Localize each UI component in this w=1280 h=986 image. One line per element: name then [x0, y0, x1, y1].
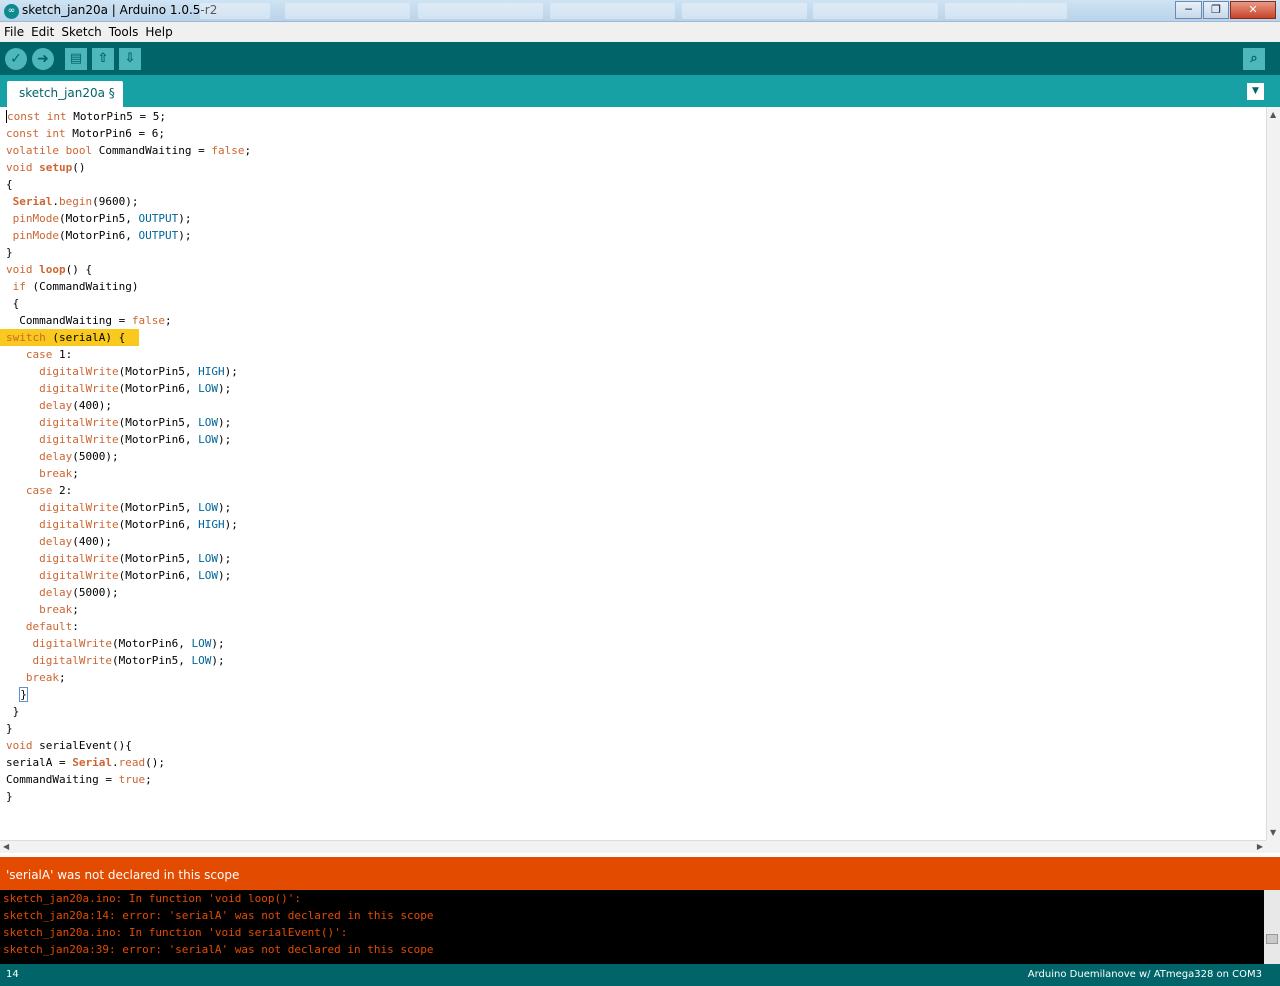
code-editor[interactable]: const int MotorPin5 = 5; const int MotorP… [0, 107, 1266, 840]
menu-sketch[interactable]: Sketch [57, 22, 104, 39]
code-line: delay(5000); [39, 450, 119, 463]
code-line: switch (serialA) { [0, 329, 139, 346]
code-line: } [6, 246, 13, 259]
code-line: delay(400); [39, 535, 112, 548]
code-line: { [6, 178, 13, 191]
console-output[interactable]: sketch_jan20a.ino: In function 'void loo… [0, 890, 1264, 964]
code-line: void serialEvent(){ [6, 739, 132, 752]
console-line: sketch_jan20a:39: error: 'serialA' was n… [3, 943, 434, 956]
console-scroll-thumb[interactable] [1266, 934, 1278, 944]
code-line: digitalWrite(MotorPin6, LOW); [39, 433, 232, 446]
code-line: { [6, 297, 20, 310]
code-line: digitalWrite(MotorPin5, LOW); [32, 654, 225, 667]
background-taskbar-tab [682, 3, 807, 19]
footer-status-bar: 14 Arduino Duemilanove w/ ATmega328 on C… [0, 964, 1280, 986]
code-line: delay(400); [39, 399, 112, 412]
menu-file[interactable]: File [0, 22, 27, 39]
save-sketch-button[interactable]: ⇩ [119, 48, 141, 70]
arduino-logo-icon: ∞ [4, 4, 19, 19]
scrollbar-corner [1266, 840, 1280, 853]
console-line: sketch_jan20a.ino: In function 'void ser… [3, 926, 348, 939]
verify-button[interactable]: ✓ [5, 48, 27, 70]
code-line: } [6, 790, 13, 803]
code-line: digitalWrite(MotorPin5, LOW); [39, 552, 232, 565]
code-line: pinMode(MotorPin5, OUTPUT); [12, 212, 192, 225]
background-taskbar-tab [550, 3, 675, 19]
serial-monitor-button[interactable]: ⌕ [1243, 48, 1265, 70]
error-status-bar: 'serialA' was not declared in this scope [0, 857, 1280, 890]
background-taskbar-tab [813, 3, 938, 19]
menu-bar: File Edit Sketch Tools Help [0, 22, 1280, 42]
code-line: serialA = Serial.read(); [6, 756, 165, 769]
code-line: digitalWrite(MotorPin5, HIGH); [39, 365, 238, 378]
code-line: digitalWrite(MotorPin5, LOW); [39, 416, 232, 429]
code-line: volatile bool CommandWaiting = false; [6, 144, 252, 157]
maximize-button[interactable]: ❐ [1203, 1, 1229, 19]
code-lines: const int MotorPin5 = 5; const int MotorP… [0, 108, 251, 805]
code-line: digitalWrite(MotorPin6, HIGH); [39, 518, 238, 531]
menu-edit[interactable]: Edit [27, 22, 57, 39]
code-line: break; [25, 671, 66, 684]
console-scrollbar[interactable] [1264, 890, 1280, 964]
scroll-down-icon[interactable]: ▼ [1270, 828, 1276, 837]
minimize-button[interactable]: ─ [1175, 1, 1202, 19]
tab-bar: sketch_jan20a § ▼ [0, 75, 1280, 107]
tab-sketch-jan20a[interactable]: sketch_jan20a § [7, 81, 123, 107]
code-line: void loop() { [6, 263, 93, 276]
background-taskbar-tab [285, 3, 410, 19]
menu-tools[interactable]: Tools [105, 22, 142, 39]
menu-help[interactable]: Help [141, 22, 175, 39]
new-sketch-button[interactable]: ▤ [65, 48, 87, 70]
error-message: 'serialA' was not declared in this scope [6, 868, 240, 882]
title-bar: ∞ sketch_jan20a | Arduino 1.0.5-r2 ─ ❐ ✕ [0, 0, 1280, 22]
editor-horizontal-scrollbar[interactable]: ◀ ▶ [0, 840, 1266, 853]
code-line: digitalWrite(MotorPin6, LOW); [32, 637, 225, 650]
current-line-number: 14 [6, 969, 19, 980]
open-sketch-button[interactable]: ⇧ [92, 48, 114, 70]
code-line: if (CommandWaiting) [12, 280, 139, 293]
console-line: sketch_jan20a.ino: In function 'void loo… [3, 892, 302, 905]
code-line: } [6, 705, 20, 718]
toolbar: ✓ ➜ ▤ ⇧ ⇩ ⌕ [0, 42, 1280, 75]
code-line: break; [39, 603, 79, 616]
code-line: } [6, 722, 13, 735]
code-line: case 2: [25, 484, 73, 497]
scroll-up-icon[interactable]: ▲ [1270, 110, 1276, 119]
upload-button[interactable]: ➜ [32, 48, 54, 70]
background-taskbar-tab [418, 3, 543, 19]
editor-vertical-scrollbar[interactable]: ▲ ▼ [1266, 107, 1280, 840]
code-line: break; [39, 467, 79, 480]
code-line: case 1: [25, 348, 73, 361]
code-line: digitalWrite(MotorPin6, LOW); [39, 382, 232, 395]
console-line: sketch_jan20a:14: error: 'serialA' was n… [3, 909, 434, 922]
code-line: } [19, 687, 28, 702]
scroll-right-icon[interactable]: ▶ [1257, 842, 1263, 851]
code-line: pinMode(MotorPin6, OUTPUT); [12, 229, 192, 242]
code-line: const int MotorPin6 = 6; [6, 127, 165, 140]
code-line: Serial.begin(9600); [12, 195, 139, 208]
close-button[interactable]: ✕ [1230, 1, 1276, 19]
code-line: digitalWrite(MotorPin6, LOW); [39, 569, 232, 582]
background-taskbar-tab [945, 3, 1067, 19]
code-line: const int MotorPin5 = 5; [6, 110, 166, 123]
code-line: void setup() [6, 161, 86, 174]
code-line: default: [25, 620, 79, 633]
code-line: digitalWrite(MotorPin5, LOW); [39, 501, 232, 514]
window-title: sketch_jan20a | Arduino 1.0.5-r2 [22, 3, 218, 17]
code-line: CommandWaiting = false; [6, 314, 172, 327]
code-line: CommandWaiting = true; [6, 773, 152, 786]
board-port-label: Arduino Duemilanove w/ ATmega328 on COM3 [1027, 969, 1262, 980]
code-line: delay(5000); [39, 586, 119, 599]
scroll-left-icon[interactable]: ◀ [3, 842, 9, 851]
tab-menu-button[interactable]: ▼ [1247, 83, 1264, 100]
background-taskbar-tab [200, 3, 270, 19]
